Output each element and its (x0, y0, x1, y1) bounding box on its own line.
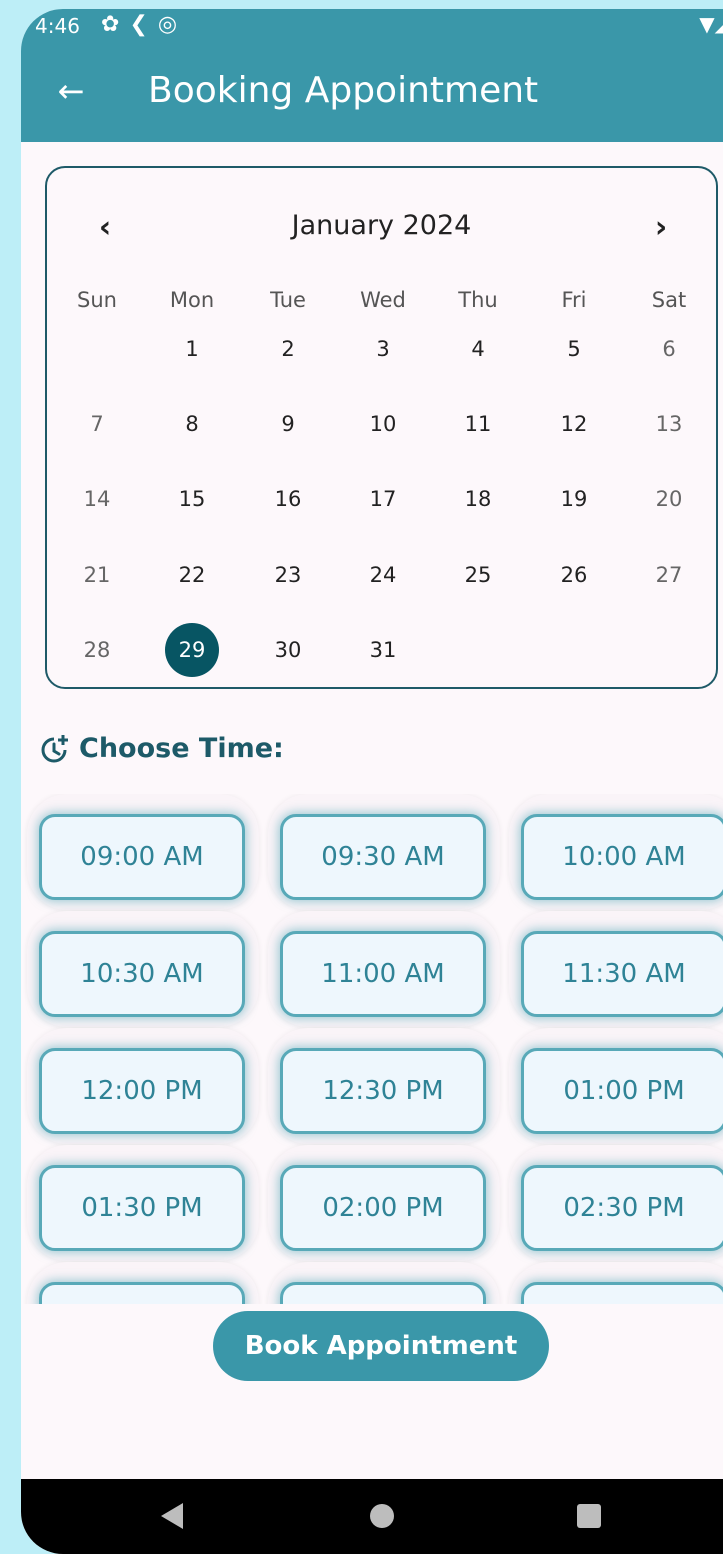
calendar-day[interactable]: 25 (451, 548, 505, 602)
nav-recents-icon[interactable] (577, 1504, 601, 1528)
calendar-day[interactable]: 17 (356, 472, 410, 526)
calendar-day[interactable]: 19 (547, 472, 601, 526)
book-appointment-button[interactable]: Book Appointment (213, 1311, 549, 1381)
calendar-day[interactable]: 24 (356, 548, 410, 602)
time-slot-cell: 10:30 AM (27, 911, 259, 1027)
weekday-label: Sat (651, 288, 687, 312)
choose-time-heading: Choose Time: (37, 727, 284, 771)
time-slot-cell (509, 1262, 723, 1304)
weekday-label: Wed (360, 288, 406, 312)
calendar-day[interactable]: 3 (356, 322, 410, 376)
weekday-label: Tue (270, 288, 306, 312)
time-slot-button[interactable]: 10:30 AM (39, 931, 245, 1017)
time-slot-button[interactable]: 10:00 AM (521, 814, 723, 900)
weekday-label: Thu (458, 288, 498, 312)
system-nav-bar (21, 1479, 723, 1554)
time-slot-button[interactable] (280, 1282, 486, 1304)
nav-back-icon[interactable] (161, 1503, 183, 1529)
time-slot-button[interactable]: 11:00 AM (280, 931, 486, 1017)
calendar-day[interactable]: 13 (642, 397, 696, 451)
time-slot-cell: 10:00 AM (509, 794, 723, 910)
phone-screen: 4:46 ✿❮◎ ▼◢▮ ← Booking Appointment ‹ Jan… (21, 9, 723, 1554)
time-slot-button[interactable] (39, 1282, 245, 1304)
calendar-day[interactable]: 14 (70, 472, 124, 526)
calendar-day[interactable]: 15 (165, 472, 219, 526)
time-slot-button[interactable]: 02:30 PM (521, 1165, 723, 1251)
time-slot-button[interactable]: 12:00 PM (39, 1048, 245, 1134)
flutter-icon: ❮ (129, 12, 158, 37)
choose-time-label: Choose Time: (79, 733, 284, 764)
weekday-label: Mon (169, 288, 215, 312)
calendar-day[interactable]: 8 (165, 397, 219, 451)
time-slot-cell: 02:00 PM (268, 1145, 500, 1261)
top-bar: 4:46 ✿❮◎ ▼◢▮ ← Booking Appointment (21, 9, 723, 142)
status-icons: ✿❮◎ (101, 12, 187, 37)
calendar-day[interactable]: 20 (642, 472, 696, 526)
calendar-day[interactable]: 22 (165, 548, 219, 602)
status-bar: 4:46 ✿❮◎ ▼◢▮ (21, 9, 723, 43)
calendar-day[interactable]: 5 (547, 322, 601, 376)
calendar-day[interactable]: 4 (451, 322, 505, 376)
time-slot-button[interactable]: 01:30 PM (39, 1165, 245, 1251)
calendar-day[interactable]: 26 (547, 548, 601, 602)
time-slot-button[interactable]: 02:00 PM (280, 1165, 486, 1251)
data-saver-icon: ◎ (157, 12, 188, 37)
calendar-day[interactable]: 9 (261, 397, 315, 451)
arrow-left-icon[interactable]: ← (51, 71, 91, 111)
calendar-day[interactable]: 10 (356, 397, 410, 451)
calendar-day[interactable]: 28 (70, 623, 124, 677)
weekday-label: Fri (561, 288, 587, 312)
time-slot-cell: 11:30 AM (509, 911, 723, 1027)
clock-plus-icon (41, 734, 68, 762)
calendar-day[interactable]: 30 (261, 623, 315, 677)
chevron-right-icon[interactable]: › (643, 210, 679, 246)
calendar-day[interactable]: 21 (70, 548, 124, 602)
calendar-day[interactable]: 18 (451, 472, 505, 526)
time-slot-cell: 01:00 PM (509, 1028, 723, 1144)
weekday-label: Sun (77, 288, 117, 312)
time-slot-cell: 09:30 AM (268, 794, 500, 910)
time-slot-cell: 09:00 AM (27, 794, 259, 910)
time-slot-cell: 11:00 AM (268, 911, 500, 1027)
calendar-month-label: January 2024 (291, 210, 472, 241)
time-slot-cell: 12:00 PM (27, 1028, 259, 1144)
calendar-day[interactable]: 12 (547, 397, 601, 451)
time-slot-cell: 01:30 PM (27, 1145, 259, 1261)
page-title: Booking Appointment (148, 70, 539, 111)
time-slot-button[interactable] (521, 1282, 723, 1304)
calendar-day[interactable]: 27 (642, 548, 696, 602)
time-slot-button[interactable]: 09:30 AM (280, 814, 486, 900)
calendar-day[interactable]: 6 (642, 322, 696, 376)
status-right-icons: ▼◢▮ (699, 12, 723, 36)
gear-icon: ✿ (101, 12, 130, 37)
time-slot-cell (268, 1262, 500, 1304)
time-slot-button[interactable]: 01:00 PM (521, 1048, 723, 1134)
calendar-day[interactable]: 11 (451, 397, 505, 451)
time-slot-button[interactable]: 12:30 PM (280, 1048, 486, 1134)
calendar-day[interactable]: 29 (165, 623, 219, 677)
calendar-day[interactable]: 7 (70, 397, 124, 451)
status-time: 4:46 (35, 14, 80, 38)
calendar-day[interactable]: 1 (165, 322, 219, 376)
time-slot-button[interactable]: 09:00 AM (39, 814, 245, 900)
calendar-day[interactable]: 31 (356, 623, 410, 677)
time-slot-button[interactable]: 11:30 AM (521, 931, 723, 1017)
nav-home-icon[interactable] (370, 1504, 394, 1528)
calendar-day[interactable]: 23 (261, 548, 315, 602)
time-slot-cell: 02:30 PM (509, 1145, 723, 1261)
calendar-day[interactable]: 2 (261, 322, 315, 376)
calendar: ‹ January 2024 › Sun Mon Tue Wed Thu Fri Sat 1 2… (45, 166, 718, 689)
calendar-day[interactable]: 16 (261, 472, 315, 526)
time-slot-cell (27, 1262, 259, 1304)
time-slot-cell: 12:30 PM (268, 1028, 500, 1144)
time-slot-grid: 09:00 AM 09:30 AM 10:00 AM 10:30 AM 11:00 AM… (21, 794, 723, 1304)
